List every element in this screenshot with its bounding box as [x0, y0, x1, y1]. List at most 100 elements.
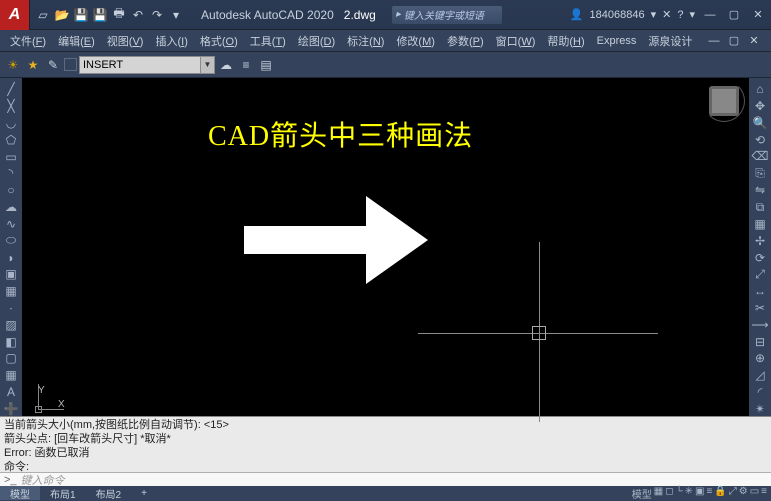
- extend-tool[interactable]: ⟶: [751, 317, 769, 332]
- redo-icon[interactable]: ↷: [148, 6, 166, 24]
- user-name[interactable]: 184068846: [590, 9, 645, 21]
- tool-star-icon[interactable]: ★: [24, 56, 42, 74]
- menu-parametric[interactable]: 参数(P): [441, 31, 490, 51]
- ellipsearc-tool[interactable]: ◗: [2, 250, 20, 265]
- spline-tool[interactable]: ∿: [2, 216, 20, 231]
- status-snap-icon[interactable]: ◻: [665, 486, 673, 501]
- command-input[interactable]: >_ 键入命令: [0, 472, 771, 486]
- tool-cloud-icon[interactable]: ☁: [217, 56, 235, 74]
- help-dropdown-icon[interactable]: ▾: [689, 8, 695, 21]
- menu-help[interactable]: 帮助(H): [541, 31, 590, 51]
- tool-sun-icon[interactable]: ☀: [4, 56, 22, 74]
- status-annoscale-icon[interactable]: 🔒: [714, 486, 726, 501]
- close-button[interactable]: ✕: [749, 8, 767, 22]
- status-osnap-icon[interactable]: ▣: [695, 486, 704, 501]
- menu-view[interactable]: 视图(V): [101, 31, 150, 51]
- insert-block-combo[interactable]: ▼: [79, 56, 215, 74]
- tab-model[interactable]: 模型: [0, 486, 40, 500]
- status-cleanscreen-icon[interactable]: ▭: [750, 486, 759, 501]
- mirror-tool[interactable]: ⇋: [751, 183, 769, 198]
- circle-tool[interactable]: ○: [2, 183, 20, 198]
- arc-tool[interactable]: ◝: [2, 166, 20, 181]
- point-tool[interactable]: ∙: [2, 301, 20, 316]
- stretch-tool[interactable]: ↔: [751, 284, 769, 299]
- makeblock-tool[interactable]: ▦: [2, 284, 20, 299]
- offset-tool[interactable]: ⧉: [751, 200, 769, 215]
- insert-dropdown-icon[interactable]: ▼: [201, 56, 215, 74]
- revcloud-tool[interactable]: ☁: [2, 200, 20, 215]
- insertblock-tool[interactable]: ▣: [2, 267, 20, 282]
- rotate-tool[interactable]: ⟳: [751, 250, 769, 265]
- menu-dimension[interactable]: 标注(N): [341, 31, 390, 51]
- search-input[interactable]: ▸ 键入关键字或短语: [392, 6, 502, 24]
- plot-icon[interactable]: 🖶: [110, 6, 128, 24]
- ellipse-tool[interactable]: ⬭: [2, 233, 20, 248]
- region-tool[interactable]: ▢: [2, 351, 20, 366]
- tab-layout2[interactable]: 布局2: [86, 486, 132, 500]
- viewcube[interactable]: [709, 86, 739, 116]
- save-icon[interactable]: 💾: [72, 6, 90, 24]
- menu-format[interactable]: 格式(O): [194, 31, 244, 51]
- nav-pan-icon[interactable]: ✥: [751, 99, 769, 114]
- menu-express[interactable]: Express: [591, 33, 643, 49]
- menu-edit[interactable]: 编辑(E): [52, 31, 101, 51]
- new-icon[interactable]: ▱: [34, 6, 52, 24]
- addselected-tool[interactable]: ➕: [2, 401, 20, 416]
- app-exchange-icon[interactable]: ✕: [662, 8, 671, 21]
- status-scale-icon[interactable]: ⤢: [729, 486, 737, 501]
- doc-restore-button[interactable]: ▢: [725, 34, 743, 48]
- tool-props-icon[interactable]: ▤: [257, 56, 275, 74]
- status-grid-icon[interactable]: ▦: [654, 486, 663, 501]
- menu-modify[interactable]: 修改(M): [390, 31, 441, 51]
- line-tool[interactable]: ╱: [2, 82, 20, 97]
- maximize-button[interactable]: ▢: [725, 8, 743, 22]
- rectangle-tool[interactable]: ▭: [2, 149, 20, 164]
- command-history[interactable]: 当前箭头大小(mm,按图纸比例自动调节): <15> 箭头尖点: [回车改箭头尺…: [0, 416, 771, 472]
- tool-layers-icon[interactable]: ≡: [237, 56, 255, 74]
- menu-window[interactable]: 窗口(W): [490, 31, 542, 51]
- polygon-tool[interactable]: ⬠: [2, 132, 20, 147]
- fillet-tool[interactable]: ◜: [751, 384, 769, 399]
- gradient-tool[interactable]: ◧: [2, 334, 20, 349]
- mtext-tool[interactable]: A: [2, 385, 20, 400]
- tab-add[interactable]: +: [131, 486, 157, 500]
- doc-close-button[interactable]: ✕: [745, 34, 763, 48]
- explode-checkbox[interactable]: [64, 58, 77, 71]
- status-lwt-icon[interactable]: ≡: [706, 486, 712, 501]
- scale-tool[interactable]: ⤢: [751, 267, 769, 282]
- tool-edit-icon[interactable]: ✎: [44, 56, 62, 74]
- nav-home-icon[interactable]: ⌂: [751, 82, 769, 97]
- menu-draw[interactable]: 绘图(D): [292, 31, 341, 51]
- menu-insert[interactable]: 插入(I): [149, 31, 193, 51]
- polyline-tool[interactable]: ◡: [2, 116, 20, 131]
- undo-icon[interactable]: ↶: [129, 6, 147, 24]
- status-ortho-icon[interactable]: └: [676, 486, 683, 501]
- drawing-area[interactable]: CAD箭头中三种画法 Y X: [22, 78, 749, 416]
- help-icon[interactable]: ?: [677, 9, 683, 21]
- move-tool[interactable]: ✢: [751, 233, 769, 248]
- array-tool[interactable]: ▦: [751, 217, 769, 232]
- nav-orbit-icon[interactable]: ⟲: [751, 132, 769, 147]
- tab-layout1[interactable]: 布局1: [40, 486, 86, 500]
- user-dropdown-icon[interactable]: ▾: [651, 8, 657, 21]
- xline-tool[interactable]: ╳: [2, 99, 20, 114]
- status-model[interactable]: 模型: [632, 486, 652, 501]
- menu-tools[interactable]: 工具(T): [244, 31, 292, 51]
- minimize-button[interactable]: —: [701, 8, 719, 22]
- join-tool[interactable]: ⊕: [751, 351, 769, 366]
- hatch-tool[interactable]: ▨: [2, 317, 20, 332]
- chamfer-tool[interactable]: ◿: [751, 368, 769, 383]
- nav-zoom-icon[interactable]: 🔍: [751, 116, 769, 131]
- menu-file[interactable]: 文件(F): [4, 31, 52, 51]
- trim-tool[interactable]: ✂: [751, 301, 769, 316]
- qat-dropdown-icon[interactable]: ▾: [167, 6, 185, 24]
- signin-icon[interactable]: 👤: [570, 8, 584, 21]
- menu-yuanquan[interactable]: 源泉设计: [642, 31, 698, 51]
- explode-tool[interactable]: ✴: [751, 401, 769, 416]
- open-icon[interactable]: 📂: [53, 6, 71, 24]
- saveas-icon[interactable]: 💾: [91, 6, 109, 24]
- erase-tool[interactable]: ⌫: [751, 149, 769, 164]
- table-tool[interactable]: ▦: [2, 368, 20, 383]
- status-workspace-icon[interactable]: ⚙: [739, 486, 748, 501]
- copy-tool[interactable]: ⎘: [751, 166, 769, 181]
